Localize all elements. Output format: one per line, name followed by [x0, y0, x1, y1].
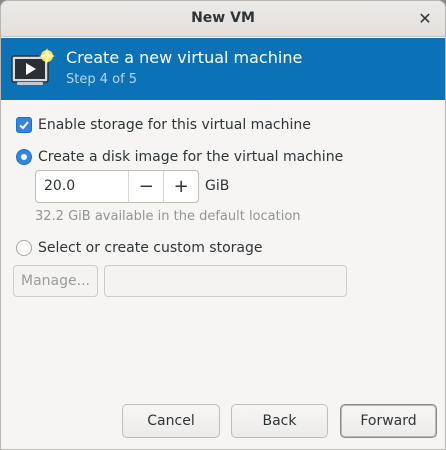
disk-image-row[interactable]: Create a disk image for the virtual mach…: [16, 149, 343, 165]
enable-storage-label: Enable storage for this virtual machine: [38, 117, 311, 133]
disk-size-input[interactable]: 20.0: [36, 171, 128, 202]
title-bar: New VM ✕: [1, 1, 445, 37]
size-unit-label: GiB: [205, 178, 230, 194]
custom-storage-row[interactable]: Select or create custom storage: [16, 240, 263, 256]
close-icon[interactable]: ✕: [415, 9, 435, 29]
custom-storage-radio[interactable]: [16, 240, 32, 256]
decrement-button[interactable]: −: [128, 171, 163, 202]
disk-image-label: Create a disk image for the virtual mach…: [38, 149, 344, 165]
disk-size-spinbutton[interactable]: 20.0 − +: [35, 170, 199, 203]
available-space-text: 32.2 GiB available in the default locati…: [35, 209, 301, 224]
wizard-title: Create a new virtual machine: [66, 48, 303, 67]
window-title: New VM: [191, 10, 255, 26]
checkmark-icon: [19, 121, 29, 130]
custom-storage-label: Select or create custom storage: [38, 240, 263, 256]
wizard-header: Create a new virtual machine Step 4 of 5: [1, 38, 445, 100]
wizard-step: Step 4 of 5: [66, 72, 138, 87]
enable-storage-row[interactable]: Enable storage for this virtual machine: [16, 117, 311, 133]
enable-storage-checkbox[interactable]: [16, 117, 32, 133]
increment-button[interactable]: +: [163, 171, 198, 202]
virtual-machine-new-icon: [11, 48, 55, 85]
manage-button[interactable]: Manage...: [13, 265, 98, 297]
custom-storage-path-field[interactable]: [104, 265, 347, 297]
back-button[interactable]: Back: [231, 404, 328, 438]
cancel-button[interactable]: Cancel: [122, 404, 220, 438]
disk-image-radio[interactable]: [16, 149, 32, 165]
forward-button[interactable]: Forward: [340, 404, 437, 438]
new-vm-dialog: New VM ✕ Create a new virtual machine St…: [0, 0, 446, 450]
